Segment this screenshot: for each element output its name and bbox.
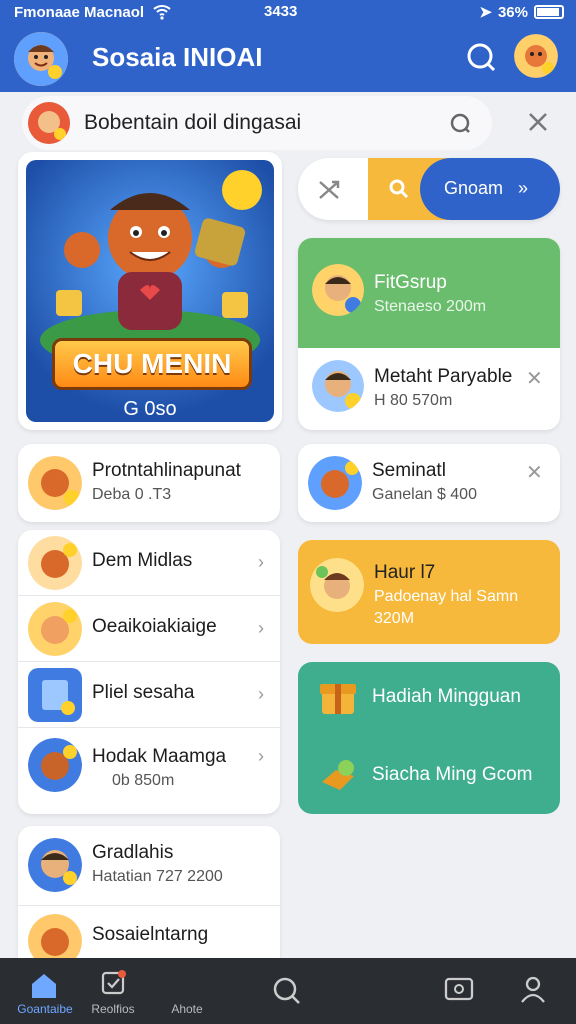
second-reward-label[interactable]: Siacha Ming Gcom [372, 764, 533, 786]
refresh-icon[interactable] [448, 111, 472, 140]
bottom-tab-bar: Goantaibe Reolfios Ahote [0, 958, 576, 1024]
menu-item-label: Dem Midlas [92, 550, 193, 571]
action-pill: Gnoam » [298, 158, 560, 220]
hau-title: Haur l7 [374, 562, 436, 583]
app-logo-avatar[interactable] [14, 32, 68, 86]
menu-item-avatar [28, 668, 82, 722]
featured-banner-title: CHU MENIN [52, 338, 252, 390]
people-item[interactable]: Sosaielntarng [18, 906, 280, 968]
search-avatar [28, 102, 70, 144]
chevron-right-icon: › [258, 618, 264, 638]
location-icon: ➤ [479, 4, 492, 21]
search-query[interactable]: Bobentain doil dingasai [84, 111, 301, 135]
menu-item[interactable]: Hodak Maamga 0b 850m › [18, 728, 280, 814]
menu-item-sub: 0b 850m [112, 772, 175, 789]
clock: 3433 [264, 3, 298, 20]
chevron-right-icon: › [258, 552, 264, 572]
row-subtitle: Deba 0 .T3 [92, 486, 172, 503]
media-icon [444, 976, 474, 1007]
group-avatar [312, 264, 364, 316]
battery-icon [534, 5, 564, 19]
menu-item-avatar [28, 536, 82, 590]
menu-item[interactable]: Pliel sesaha › [18, 662, 280, 728]
user-icon [518, 974, 548, 1007]
people-avatar [28, 838, 82, 892]
featured-subtitle: G 0so [123, 398, 177, 420]
go-button[interactable]: Gnoam » [420, 158, 560, 220]
gift-box-icon [318, 678, 358, 723]
people-card: Gradlahis Hatatian 727 2200 Sosaielntarn… [18, 826, 280, 968]
menu-item[interactable]: Dem Midlas › [18, 530, 280, 596]
featured-game-art: CHU MENIN G 0so [26, 160, 274, 422]
dismiss-icon[interactable]: ✕ [526, 460, 543, 485]
wifi-icon [152, 2, 172, 24]
chevron-right-icon: › [258, 746, 264, 766]
match-subtitle: H 80 570m [374, 392, 453, 409]
menu-item-label: Oeaikoiakiaige [92, 616, 217, 637]
tab-profile[interactable] [488, 958, 576, 1024]
row-title: Seminatl [372, 460, 446, 481]
hau-subtitle: Padoenay hal Samn [374, 588, 519, 605]
battery-percent: 36% [497, 3, 528, 21]
menu-card: Dem Midlas › Oeaikoiakiaige › Pliel sesa… [18, 530, 280, 814]
hau-avatar [310, 558, 364, 612]
row-card-2[interactable]: Seminatl Ganelan $ 400 ✕ [298, 444, 560, 522]
coin-stack-icon [318, 756, 358, 801]
group-card-top[interactable]: FitGsrup Stenaeso 200m [298, 238, 560, 348]
close-search-icon[interactable] [524, 108, 552, 136]
weekly-reward-label[interactable]: Hadiah Mingguan [372, 686, 521, 708]
menu-item[interactable]: Oeaikoiakiaige › [18, 596, 280, 662]
double-chevron-icon: » [518, 178, 529, 198]
profile-avatar[interactable] [514, 34, 558, 78]
tab-other-label: Ahote [171, 1002, 203, 1016]
match-avatar [312, 360, 364, 412]
carrier-text: Fmonaae Macnaol [14, 4, 145, 21]
search-bar[interactable]: Bobentain doil dingasai [22, 96, 492, 150]
people-title: Sosaielntarng [92, 924, 209, 945]
menu-item-label: Pliel sesaha [92, 682, 195, 703]
row-title: Protntahlinapunat [92, 460, 241, 481]
app-title: Sosaia INIOAI [92, 42, 263, 72]
checklist-icon [100, 970, 126, 999]
group-subtitle: Stenaeso 200m [374, 298, 487, 315]
shuffle-icon[interactable] [316, 176, 342, 207]
go-button-label: Gnoam [444, 178, 504, 198]
status-bar: Fmonaae Macnaol 3433 ➤ 36% [0, 0, 576, 26]
hau-amount: 320M [374, 610, 415, 627]
people-title: Gradlahis [92, 842, 174, 863]
chevron-right-icon: › [258, 684, 264, 704]
app-header: Sosaia INIOAI [0, 26, 576, 92]
row-avatar [28, 456, 82, 510]
menu-item-label: Hodak Maamga [92, 746, 227, 767]
menu-item-avatar [28, 738, 82, 792]
hau-tile[interactable]: Haur l7 Padoenay hal Samn 320M [298, 540, 560, 644]
action-search-icon [388, 178, 410, 205]
row-avatar [308, 456, 362, 510]
row-card-1[interactable]: Protntahlinapunat Deba 0 .T3 [18, 444, 280, 522]
header-search-icon[interactable] [464, 41, 498, 75]
dismiss-icon[interactable]: ✕ [526, 366, 543, 391]
tab-search[interactable] [242, 958, 332, 1024]
match-title: Metaht Paryable [374, 366, 513, 387]
search-icon [272, 976, 302, 1009]
people-subtitle: Hatatian 727 2200 [92, 868, 223, 885]
row-subtitle: Ganelan $ 400 [372, 486, 477, 503]
people-item[interactable]: Gradlahis Hatatian 727 2200 [18, 826, 280, 906]
featured-game-card[interactable]: CHU MENIN G 0so [18, 152, 282, 430]
tab-other[interactable]: Ahote [142, 958, 232, 1024]
home-icon [28, 970, 60, 1003]
group-title: FitGsrup [374, 272, 447, 293]
rewards-tile: Hadiah Mingguan Siacha Ming Gcom [298, 662, 560, 814]
group-card[interactable]: FitGsrup Stenaeso 200m Metaht Paryable H… [298, 238, 560, 430]
top-bar: Fmonaae Macnaol 3433 ➤ 36% Sosaia INIOAI [0, 0, 576, 92]
menu-item-avatar [28, 602, 82, 656]
